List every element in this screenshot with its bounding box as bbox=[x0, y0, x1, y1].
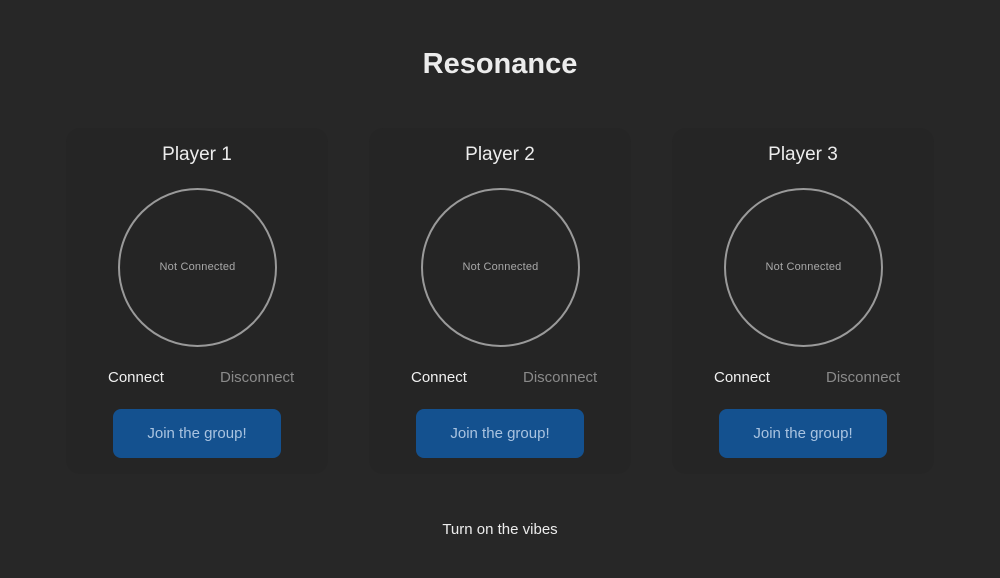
player-title: Player 3 bbox=[768, 144, 838, 165]
disconnect-button[interactable]: Disconnect bbox=[220, 368, 294, 388]
players-row: Player 1 Not Connected Connect Disconnec… bbox=[0, 128, 1000, 474]
disconnect-button[interactable]: Disconnect bbox=[523, 368, 597, 388]
connection-status-circle: Not Connected bbox=[724, 188, 883, 347]
disconnect-button[interactable]: Disconnect bbox=[826, 368, 900, 388]
player-card-3: Player 3 Not Connected Connect Disconnec… bbox=[672, 128, 934, 474]
connect-button[interactable]: Connect bbox=[714, 368, 770, 388]
player-title: Player 2 bbox=[465, 144, 535, 165]
connect-button[interactable]: Connect bbox=[411, 368, 467, 388]
connection-status-circle: Not Connected bbox=[118, 188, 277, 347]
connection-status-label: Not Connected bbox=[159, 261, 236, 273]
join-group-button[interactable]: Join the group! bbox=[719, 409, 887, 458]
vibes-toggle-link[interactable]: Turn on the vibes bbox=[0, 520, 1000, 540]
connection-status-label: Not Connected bbox=[765, 261, 842, 273]
app-page: Resonance Player 1 Not Connected Connect… bbox=[0, 0, 1000, 578]
player-card-1: Player 1 Not Connected Connect Disconnec… bbox=[66, 128, 328, 474]
connection-status-label: Not Connected bbox=[462, 261, 539, 273]
page-title: Resonance bbox=[422, 48, 578, 80]
connection-status-circle: Not Connected bbox=[421, 188, 580, 347]
join-group-button[interactable]: Join the group! bbox=[416, 409, 584, 458]
connect-button[interactable]: Connect bbox=[108, 368, 164, 388]
player-title: Player 1 bbox=[162, 144, 232, 165]
join-group-button[interactable]: Join the group! bbox=[113, 409, 281, 458]
player-card-2: Player 2 Not Connected Connect Disconnec… bbox=[369, 128, 631, 474]
